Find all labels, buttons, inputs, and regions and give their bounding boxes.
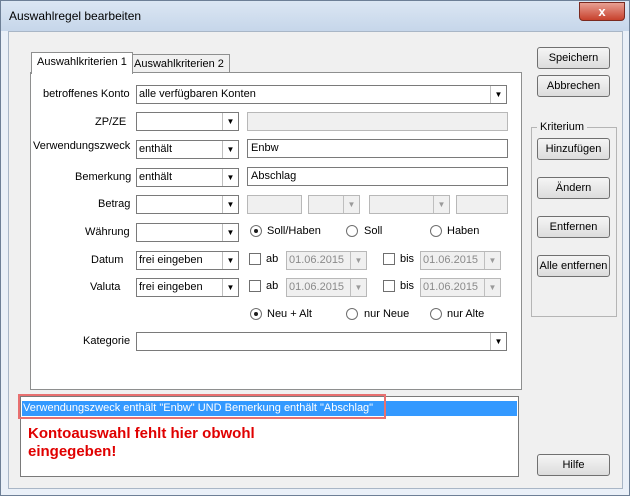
chevron-down-icon: ▼ xyxy=(433,196,449,213)
chevron-down-icon: ▼ xyxy=(484,279,500,296)
datum-operator-value: frei eingeben xyxy=(139,254,203,266)
tab-auswahlkriterien-2[interactable]: Auswahlkriterien 2 xyxy=(128,54,230,74)
radio-haben[interactable] xyxy=(430,225,442,237)
valuta-bis-date-picker: 01.06.2015 ▼ xyxy=(420,278,501,297)
bemerkung-operator-select[interactable]: enthält ▼ xyxy=(136,168,239,187)
verwendungszweck-operator-value: enthält xyxy=(139,143,173,155)
radio-nur-alte[interactable] xyxy=(430,308,442,320)
betrag-operator-2-select: ▼ xyxy=(308,195,360,214)
chevron-down-icon[interactable]: ▼ xyxy=(222,252,238,269)
datum-label: Datum xyxy=(91,254,124,266)
datum-operator-select[interactable]: frei eingeben ▼ xyxy=(136,251,239,270)
chevron-down-icon[interactable]: ▼ xyxy=(222,196,238,213)
speichern-button[interactable]: Speichern xyxy=(537,47,610,69)
waehrung-label: Währung xyxy=(85,226,130,238)
bemerkung-operator-value: enthält xyxy=(139,171,173,183)
radio-nur-neue[interactable] xyxy=(346,308,358,320)
betrag-operator-select[interactable]: ▼ xyxy=(136,195,239,214)
radio-soll-haben[interactable] xyxy=(250,225,262,237)
valuta-ab-label: ab xyxy=(266,280,279,292)
verwendungszweck-operator-select[interactable]: enthält ▼ xyxy=(136,140,239,159)
tab-auswahlkriterien-1[interactable]: Auswahlkriterien 1 xyxy=(31,52,133,74)
radio-neu-alt[interactable] xyxy=(250,308,262,320)
chevron-down-icon: ▼ xyxy=(343,196,359,213)
valuta-ab-checkbox[interactable] xyxy=(249,280,261,292)
waehrung-operator-select[interactable]: ▼ xyxy=(136,223,239,242)
kriterium-group-title: Kriterium xyxy=(537,121,588,133)
verwendungszweck-value-field[interactable]: Enbw xyxy=(247,139,508,158)
radio-neu-alt-label: Neu + Alt xyxy=(267,308,312,320)
chevron-down-icon: ▼ xyxy=(350,279,366,296)
dialog-window: Auswahlregel bearbeiten x Auswahlkriteri… xyxy=(0,0,630,496)
chevron-down-icon[interactable]: ▼ xyxy=(222,224,238,241)
datum-ab-label: ab xyxy=(266,253,279,265)
alle-entfernen-button[interactable]: Alle entfernen xyxy=(537,255,610,277)
betrag-label: Betrag xyxy=(98,198,131,210)
chevron-down-icon[interactable]: ▼ xyxy=(490,333,506,350)
betrag-value-1-field xyxy=(247,195,302,214)
bemerkung-value-field[interactable]: Abschlag xyxy=(247,167,508,186)
aendern-button[interactable]: Ändern xyxy=(537,177,610,199)
radio-soll-label: Soll xyxy=(364,225,383,237)
title-bar[interactable]: Auswahlregel bearbeiten x xyxy=(1,1,629,31)
datum-ab-date-picker: 01.06.2015 ▼ xyxy=(286,251,367,270)
zpze-operator-select[interactable]: ▼ xyxy=(136,112,239,131)
valuta-operator-select[interactable]: frei eingeben ▼ xyxy=(136,278,239,297)
kategorie-select[interactable]: ▼ xyxy=(136,332,507,351)
chevron-down-icon: ▼ xyxy=(350,252,366,269)
close-button[interactable]: x xyxy=(579,2,625,21)
kategorie-label: Kategorie xyxy=(83,335,131,347)
valuta-operator-value: frei eingeben xyxy=(139,281,203,293)
valuta-label: Valuta xyxy=(90,281,121,293)
bemerkung-label: Bemerkung xyxy=(75,171,132,183)
valuta-bis-checkbox[interactable] xyxy=(383,280,395,292)
window-title: Auswahlregel bearbeiten xyxy=(9,9,142,23)
chevron-down-icon[interactable]: ▼ xyxy=(222,279,238,296)
zpze-label: ZP/ZE xyxy=(95,116,127,128)
valuta-bis-label: bis xyxy=(400,280,415,292)
abbrechen-button[interactable]: Abbrechen xyxy=(537,75,610,97)
chevron-down-icon[interactable]: ▼ xyxy=(222,169,238,186)
betrag-value-2-field xyxy=(456,195,508,214)
radio-nur-alte-label: nur Alte xyxy=(447,308,485,320)
datum-bis-date-picker: 01.06.2015 ▼ xyxy=(420,251,501,270)
highlight-annotation-box xyxy=(18,394,386,419)
radio-soll-haben-label: Soll/Haben xyxy=(267,225,321,237)
zpze-value-field xyxy=(247,112,508,131)
chevron-down-icon: ▼ xyxy=(484,252,500,269)
konto-label: betroffenes Konto xyxy=(43,88,130,100)
radio-soll[interactable] xyxy=(346,225,358,237)
datum-ab-checkbox[interactable] xyxy=(249,253,261,265)
radio-nur-neue-label: nur Neue xyxy=(364,308,410,320)
entfernen-button[interactable]: Entfernen xyxy=(537,216,610,238)
konto-value: alle verfügbaren Konten xyxy=(139,88,256,100)
datum-bis-label: bis xyxy=(400,253,415,265)
betrag-operator-3-select: ▼ xyxy=(369,195,450,214)
konto-select[interactable]: alle verfügbaren Konten ▼ xyxy=(136,85,507,104)
hilfe-button[interactable]: Hilfe xyxy=(537,454,610,476)
verwendungszweck-label: Verwendungszweck xyxy=(33,140,131,152)
chevron-down-icon[interactable]: ▼ xyxy=(222,113,238,130)
dialog-client-area: Auswahlkriterien 1 Auswahlkriterien 2 be… xyxy=(8,31,623,489)
chevron-down-icon[interactable]: ▼ xyxy=(490,86,506,103)
datum-bis-checkbox[interactable] xyxy=(383,253,395,265)
annotation-text: Kontoauswahl fehlt hier obwohl eingegebe… xyxy=(28,425,255,460)
radio-haben-label: Haben xyxy=(447,225,480,237)
valuta-ab-date-picker: 01.06.2015 ▼ xyxy=(286,278,367,297)
hinzufuegen-button[interactable]: Hinzufügen xyxy=(537,138,610,160)
chevron-down-icon[interactable]: ▼ xyxy=(222,141,238,158)
